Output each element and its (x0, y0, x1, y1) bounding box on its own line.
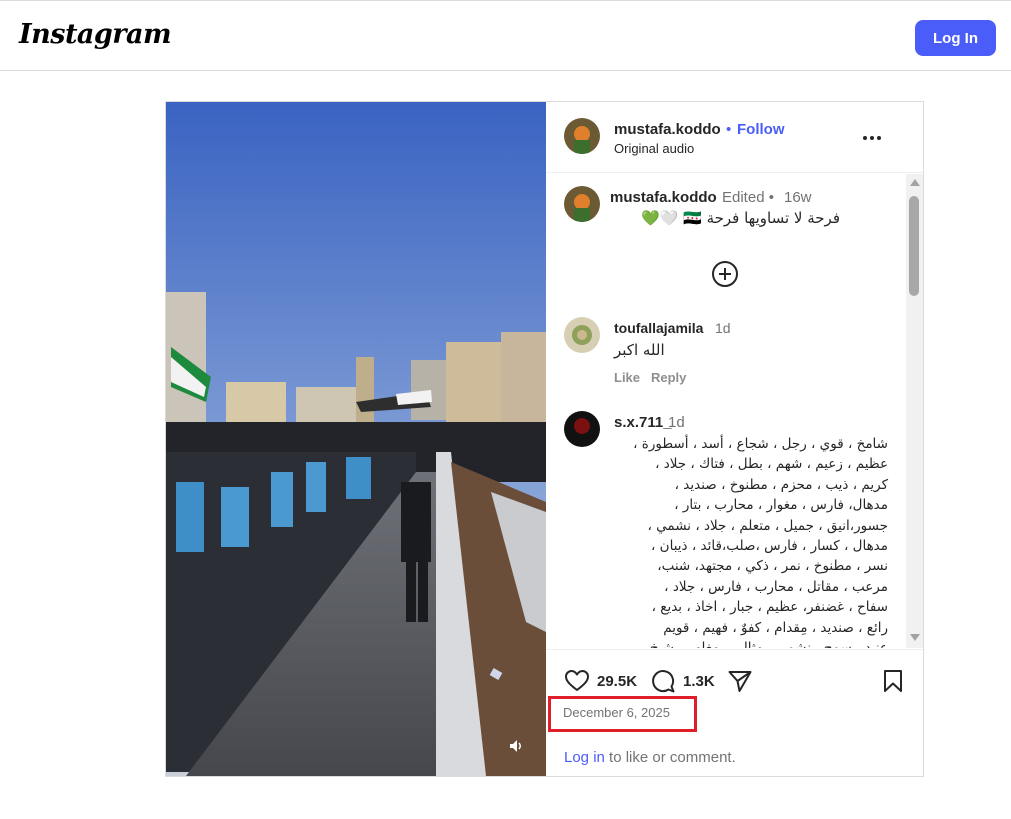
post-header: mustafa.koddo • Follow Original audio (546, 102, 923, 173)
caption-text: فرحة لا تساويها فرحة 🇸🇾 🤍💚 (641, 209, 840, 227)
comment-line: عظيم ، زعيم ، شهم ، بطل ، فتاك ، جلاد ، (655, 456, 888, 473)
more-icon[interactable] (862, 128, 882, 148)
comment-line: شامخ ، قوي ، رجل ، شجاع ، أسد ، أسطورة ، (633, 436, 888, 452)
comment-text: شامخ ، قوي ، رجل ، شجاع ، أسد ، أسطورة ،… (608, 434, 888, 648)
comments-scrollbar[interactable] (906, 174, 923, 648)
post-sidebar: mustafa.koddo • Follow Original audio mu… (546, 102, 923, 776)
plus-circle-icon[interactable] (711, 260, 739, 288)
post-actions: 29.5K 1.3K December 6, 2025 Log in to li… (546, 649, 923, 776)
share-icon[interactable] (727, 668, 753, 694)
post-date[interactable]: December 6, 2025 (563, 705, 670, 720)
comment-age: 1d (715, 320, 731, 336)
comment-line: عنيد ، سمح ، نشمي ، مثالي ، مغامر ، شيخ (608, 638, 888, 648)
login-prompt-text: to like or comment. (604, 749, 736, 766)
separator-dot: • (726, 121, 732, 138)
post-video[interactable] (166, 102, 546, 776)
comment-icon[interactable] (650, 668, 676, 694)
comment-line: مرعب ، مقاتل ، محارب ، فارس ، جلاد ، (664, 578, 888, 595)
caption-age: 16w (784, 189, 812, 206)
comment-line: سفاح ، غضنفر، عظيم ، جبار ، اخاذ ، بديع … (651, 599, 888, 616)
scroll-down-arrow-icon[interactable] (910, 634, 920, 641)
comment-line: مدهال ، كسار ، فارس ،صلب،قائد ، ذيبان ، (651, 538, 888, 555)
follow-button[interactable]: Follow (737, 121, 785, 138)
comment-age: 1d (668, 414, 685, 431)
mute-icon[interactable] (508, 738, 524, 754)
comments-list[interactable]: mustafa.koddo Edited • 16w فرحة لا تساوي… (546, 174, 906, 648)
top-navbar: Instagram Log In (0, 0, 1011, 71)
comment-reply-button[interactable]: Reply (651, 370, 686, 385)
author-username[interactable]: mustafa.koddo (614, 121, 721, 138)
instagram-logo[interactable]: Instagram (19, 19, 172, 50)
avatar[interactable] (564, 186, 600, 222)
comment-username[interactable]: toufallajamila (614, 320, 703, 336)
comment-text: الله اكبر (614, 341, 665, 359)
scroll-thumb[interactable] (909, 196, 919, 296)
comment-line: نسر ، مطنوخ ، نمر ، ذكي ، مجتهد، شنب، (657, 558, 888, 575)
comment-username[interactable]: s.x.711_ (614, 414, 672, 431)
comment-like-button[interactable]: Like (614, 370, 640, 385)
login-link[interactable]: Log in (564, 749, 605, 766)
post-card: mustafa.koddo • Follow Original audio mu… (165, 101, 924, 777)
login-prompt: Log in to like or comment. (564, 749, 736, 766)
avatar[interactable] (564, 118, 600, 154)
scroll-up-arrow-icon[interactable] (910, 179, 920, 186)
save-icon[interactable] (880, 668, 906, 694)
comment-line: كريم ، ذيب ، محزم ، مطنوخ ، صنديد ، (674, 476, 888, 493)
avatar[interactable] (564, 411, 600, 447)
avatar[interactable] (564, 317, 600, 353)
comment-line: رائع ، صنديد ، مِقدام ، كفوٌ ، فهيم ، قو… (663, 619, 888, 636)
comment-line: جسور،انيق ، جميل ، متعلم ، جلاد ، نشمي ، (647, 517, 888, 534)
caption-username[interactable]: mustafa.koddo (610, 189, 717, 206)
comments-count[interactable]: 1.3K (683, 673, 715, 690)
heart-icon[interactable] (564, 668, 590, 694)
audio-label[interactable]: Original audio (614, 141, 694, 156)
comment-line: مدهال، فارس ، مغوار ، محارب ، بتار ، (674, 497, 888, 514)
edited-label: Edited • (722, 189, 774, 206)
likes-count[interactable]: 29.5K (597, 673, 637, 690)
login-button[interactable]: Log In (915, 20, 996, 56)
